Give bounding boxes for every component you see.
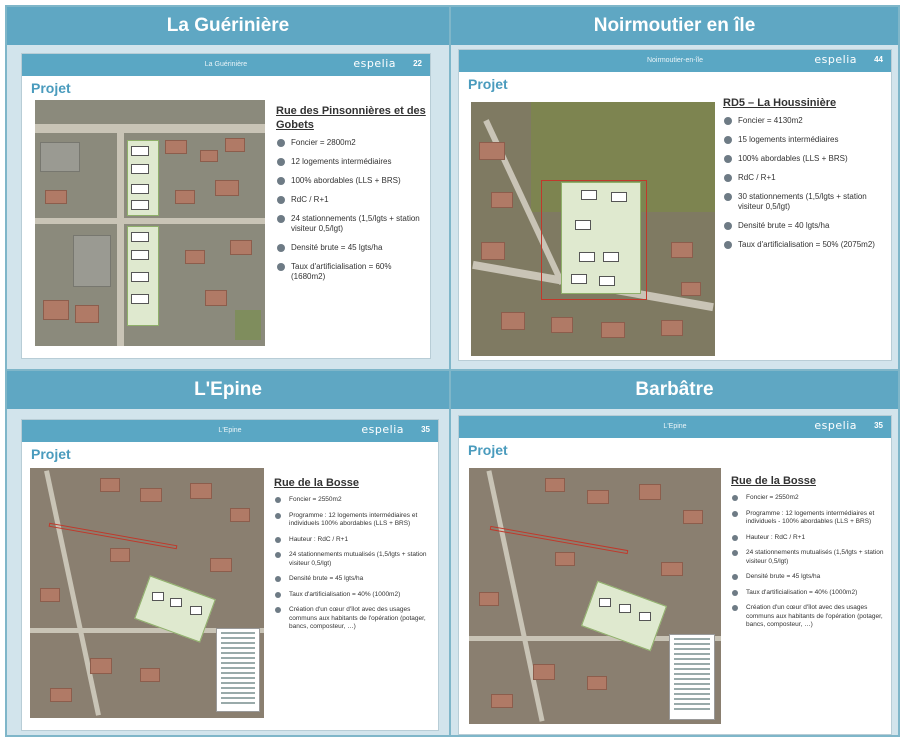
page-number: 35 (874, 421, 883, 430)
list-item: Foncier = 2550m2 (731, 494, 885, 503)
project-bullets: Foncier = 2550m2 Programme : 12 logement… (731, 494, 885, 630)
page-number: 44 (874, 55, 883, 64)
projet-heading: Projet (31, 80, 71, 96)
panel-noirmoutier: Noirmoutier en île Noirmoutier-en-île es… (451, 7, 898, 369)
list-item: 30 stationnements (1,5/lgts + station vi… (723, 192, 883, 212)
list-item: 24 stationnements mutualisés (1,5/lgts +… (731, 549, 885, 566)
project-address: Rue de la Bosse (731, 475, 816, 487)
espelia-logo: espelia (361, 423, 404, 436)
project-address: Rue des Pinsonnières et des Gobets (276, 105, 426, 131)
aerial-plan-image (471, 102, 715, 356)
list-item: 15 logements intermédiaires (723, 135, 883, 145)
projet-heading: Projet (468, 76, 508, 92)
list-item: Taux d'artificialisation = 40% (1000m2) (731, 589, 885, 598)
panel-la-gueriniere: La Guérinière La Guérinière espelia 22 P… (7, 7, 449, 369)
espelia-logo: espelia (814, 53, 857, 66)
page-number: 22 (413, 59, 422, 68)
list-item: Hauteur : RdC / R+1 (274, 536, 432, 545)
project-address: RD5 – La Houssinière (723, 97, 837, 109)
list-item: 24 stationnements (1,5/lgts + station vi… (276, 214, 426, 234)
panel-grid: La Guérinière La Guérinière espelia 22 P… (5, 5, 900, 737)
list-item: Foncier = 2800m2 (276, 138, 426, 148)
list-item: Densité brute = 45 lgts/ha (276, 243, 426, 253)
list-item: 100% abordables (LLS + BRS) (723, 154, 883, 164)
project-info: Rue de la Bosse Foncier = 2550m2 Program… (731, 474, 885, 637)
slide: Noirmoutier-en-île espelia 44 Projet RD5… (458, 49, 892, 361)
list-item: Densité brute = 40 lgts/ha (723, 221, 883, 231)
list-item: RdC / R+1 (276, 195, 426, 205)
slide: La Guérinière espelia 22 Projet Rue des … (21, 53, 431, 359)
project-bullets: Foncier = 2550m2 Programme : 12 logement… (274, 496, 432, 632)
slide-topbar: L'Epine espelia 35 (459, 416, 891, 438)
list-item: Hauteur : RdC / R+1 (731, 534, 885, 543)
project-address: Rue de la Bosse (274, 477, 359, 489)
aerial-plan-image (469, 468, 721, 724)
list-item: Création d'un cœur d'îlot avec des usage… (274, 606, 432, 632)
list-item: Taux d'artificialisation = 60% (1680m2) (276, 262, 426, 282)
panel-barbatre: Barbâtre L'Epine espelia 35 Projet Rue d… (451, 371, 898, 735)
panel-title: Noirmoutier en île (451, 7, 898, 45)
list-item: 24 stationnements mutualisés (1,5/lgts +… (274, 551, 432, 568)
project-bullets: Foncier = 4130m2 15 logements intermédia… (723, 116, 883, 250)
list-item: Densité brute = 45 lgts/ha (274, 575, 432, 584)
panel-title: L'Epine (7, 371, 449, 409)
list-item: 12 logements intermédiaires (276, 157, 426, 167)
list-item: Foncier = 4130m2 (723, 116, 883, 126)
list-item: Programme : 12 logements intermédiaires … (274, 512, 432, 529)
list-item: Programme : 12 logements intermédiaires … (731, 510, 885, 527)
projet-heading: Projet (468, 442, 508, 458)
slide-topbar: L'Epine espelia 35 (22, 420, 438, 442)
project-info: Rue de la Bosse Foncier = 2550m2 Program… (274, 476, 432, 639)
slide-topbar: La Guérinière espelia 22 (22, 54, 430, 76)
project-info: RD5 – La Houssinière Foncier = 4130m2 15… (723, 96, 883, 259)
list-item: Foncier = 2550m2 (274, 496, 432, 505)
panel-title: Barbâtre (451, 371, 898, 409)
aerial-plan-image (35, 100, 265, 346)
slide: L'Epine espelia 35 Projet Rue de la Boss… (458, 415, 892, 735)
slide: L'Epine espelia 35 Projet Rue de la Boss… (21, 419, 439, 731)
espelia-logo: espelia (353, 57, 396, 70)
panel-title: La Guérinière (7, 7, 449, 45)
aerial-plan-image (30, 468, 264, 718)
slide-topbar: Noirmoutier-en-île espelia 44 (459, 50, 891, 72)
project-info: Rue des Pinsonnières et des Gobets Fonci… (276, 104, 426, 291)
espelia-logo: espelia (814, 419, 857, 432)
panel-lepine: L'Epine L'Epine espelia 35 Projet Rue de… (7, 371, 449, 735)
list-item: Densité brute = 45 lgts/ha (731, 573, 885, 582)
list-item: Création d'un cœur d'îlot avec des usage… (731, 604, 885, 630)
list-item: RdC / R+1 (723, 173, 883, 183)
project-bullets: Foncier = 2800m2 12 logements intermédia… (276, 138, 426, 282)
list-item: Taux d'artificialisation = 40% (1000m2) (274, 591, 432, 600)
list-item: Taux d'artificialisation = 50% (2075m2) (723, 240, 883, 250)
page-number: 35 (421, 425, 430, 434)
list-item: 100% abordables (LLS + BRS) (276, 176, 426, 186)
projet-heading: Projet (31, 446, 71, 462)
